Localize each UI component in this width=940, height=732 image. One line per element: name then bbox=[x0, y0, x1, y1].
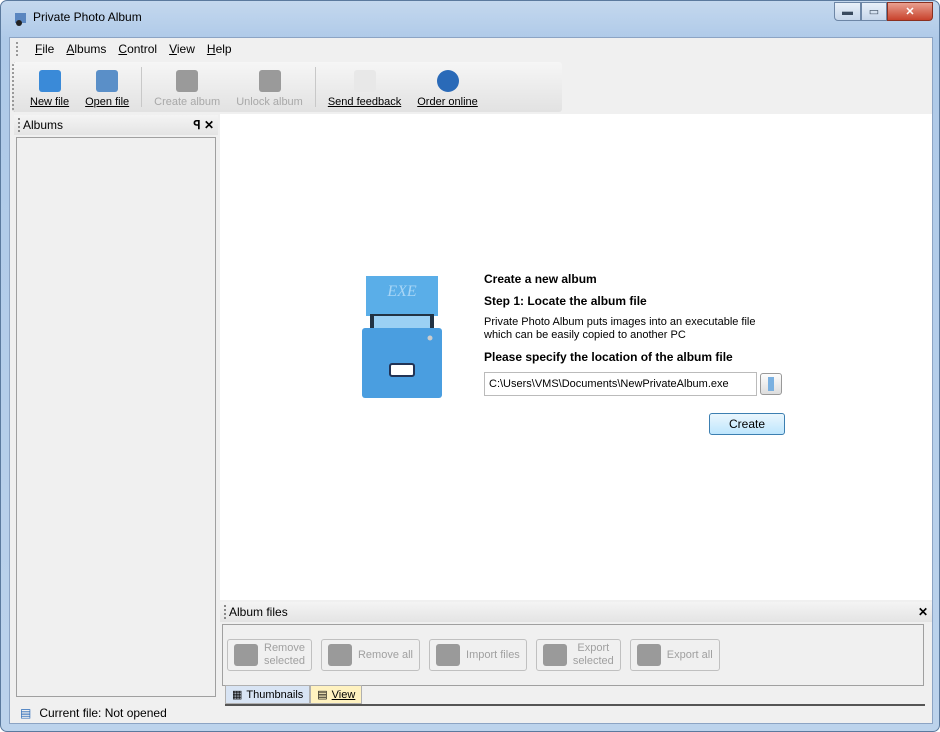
window-title: Private Photo Album bbox=[33, 10, 142, 24]
toolbar-label: New file bbox=[30, 96, 70, 108]
album-files-title: Album files bbox=[224, 605, 288, 619]
toolbar-label: Order online bbox=[417, 96, 478, 108]
remove-selected-button[interactable]: Remove selected bbox=[227, 639, 312, 671]
toolbar-separator bbox=[314, 67, 316, 107]
albums-close-icon[interactable]: ✕ bbox=[204, 118, 214, 132]
menu-label: ile bbox=[42, 42, 55, 56]
albums-panel-title: Albums bbox=[18, 118, 63, 132]
open-file-icon bbox=[96, 70, 119, 92]
wizard-desc-1: Private Photo Album puts images into an … bbox=[484, 316, 756, 328]
tab-thumbnails-label: Thumbnails bbox=[246, 688, 304, 701]
wizard-area: EXE Create a new album Step 1: Locate th… bbox=[220, 114, 932, 600]
toolbar-label: Open file bbox=[85, 96, 130, 108]
albums-list[interactable] bbox=[16, 137, 216, 697]
new-file-button[interactable]: New file bbox=[22, 62, 77, 112]
browse-icon bbox=[768, 377, 774, 391]
button-label: Import files bbox=[466, 648, 520, 661]
button-label-2: selected bbox=[572, 655, 614, 667]
wizard-heading: Create a new album bbox=[484, 272, 597, 286]
menu-help[interactable]: Help bbox=[201, 42, 238, 56]
button-label: Remove bbox=[264, 642, 305, 654]
wizard-step: Step 1: Locate the album file bbox=[484, 294, 647, 308]
toolbar-separator bbox=[141, 67, 143, 107]
album-files-panel: Album files ✕ Remove selected Remove all Imp… bbox=[220, 602, 932, 706]
browse-button[interactable] bbox=[760, 373, 782, 395]
album-path-input[interactable] bbox=[484, 372, 757, 396]
unlock-icon bbox=[258, 70, 281, 92]
app-icon bbox=[15, 13, 26, 26]
create-album-button[interactable]: Create album bbox=[146, 62, 228, 112]
globe-icon bbox=[436, 70, 459, 92]
menu-albums[interactable]: Albums bbox=[60, 42, 112, 56]
menu-label: elp bbox=[215, 42, 232, 56]
export-selected-button[interactable]: Export selected bbox=[535, 639, 621, 671]
menu-bar: File Albums Control View Help bbox=[10, 38, 932, 60]
open-file-button[interactable]: Open file bbox=[77, 62, 137, 112]
export-all-icon bbox=[636, 644, 661, 666]
export-all-button[interactable]: Export all bbox=[629, 639, 720, 671]
menu-file[interactable]: File bbox=[29, 42, 60, 56]
menu-accel: V bbox=[169, 42, 177, 56]
app-window: Private Photo Album ▬ ▭ ✕ File Albums Cont… bbox=[0, 0, 940, 732]
create-album-icon bbox=[176, 70, 199, 92]
status-text: Current file: Not opened bbox=[39, 706, 167, 720]
minimize-button[interactable]: ▬ bbox=[834, 2, 861, 21]
toolbar-label: Unlock album bbox=[236, 96, 303, 108]
button-label-2: selected bbox=[264, 655, 305, 667]
wizard-prompt: Please specify the location of the album… bbox=[484, 350, 733, 364]
close-button[interactable]: ✕ bbox=[887, 2, 933, 21]
menu-grip[interactable] bbox=[16, 42, 19, 56]
menu-accel: H bbox=[206, 42, 216, 56]
view-icon: ▤ bbox=[317, 689, 328, 701]
import-button[interactable]: Import files bbox=[429, 639, 527, 671]
new-file-icon bbox=[38, 70, 61, 92]
file-cabinet-icon: EXE bbox=[362, 276, 442, 398]
unlock-album-button[interactable]: Unlock album bbox=[228, 62, 311, 112]
remove-selected-icon bbox=[234, 644, 258, 666]
export-selected-icon bbox=[542, 644, 567, 666]
menu-view[interactable]: View bbox=[163, 42, 201, 56]
albums-panel: Albums ꟼ ✕ bbox=[14, 115, 218, 698]
wizard-desc-2: which can be easily copied to another PC bbox=[484, 329, 686, 341]
toolbar: New file Open file Create album Unlock albu… bbox=[12, 62, 562, 112]
menu-label: ontrol bbox=[127, 42, 158, 56]
album-files-close-icon[interactable]: ✕ bbox=[918, 605, 928, 619]
menu-accel: C bbox=[118, 42, 128, 56]
button-label: Export bbox=[577, 642, 610, 654]
envelope-icon bbox=[353, 70, 376, 92]
button-label: Export all bbox=[666, 648, 713, 661]
thumbnails-icon: ▦ bbox=[232, 689, 243, 701]
remove-all-icon bbox=[327, 644, 352, 666]
menu-label: iew bbox=[176, 42, 195, 56]
tab-view-label: View bbox=[331, 688, 356, 701]
toolbar-label: Send feedback bbox=[327, 96, 402, 108]
create-button[interactable]: Create bbox=[709, 413, 785, 435]
send-feedback-button[interactable]: Send feedback bbox=[320, 62, 409, 112]
button-label: Remove all bbox=[357, 648, 414, 661]
menu-label: lbums bbox=[74, 42, 107, 56]
status-bar: ▤ Current file: Not opened bbox=[10, 702, 932, 724]
file-status-icon: ▤ bbox=[20, 706, 32, 720]
menu-control[interactable]: Control bbox=[112, 42, 163, 56]
pin-icon[interactable]: ꟼ bbox=[193, 118, 200, 132]
remove-all-button[interactable]: Remove all bbox=[320, 639, 421, 671]
order-online-button[interactable]: Order online bbox=[409, 62, 486, 112]
cabinet-label: EXE bbox=[386, 283, 417, 300]
toolbar-label: Create album bbox=[154, 96, 221, 108]
import-icon bbox=[436, 644, 461, 666]
maximize-button[interactable]: ▭ bbox=[861, 2, 887, 21]
